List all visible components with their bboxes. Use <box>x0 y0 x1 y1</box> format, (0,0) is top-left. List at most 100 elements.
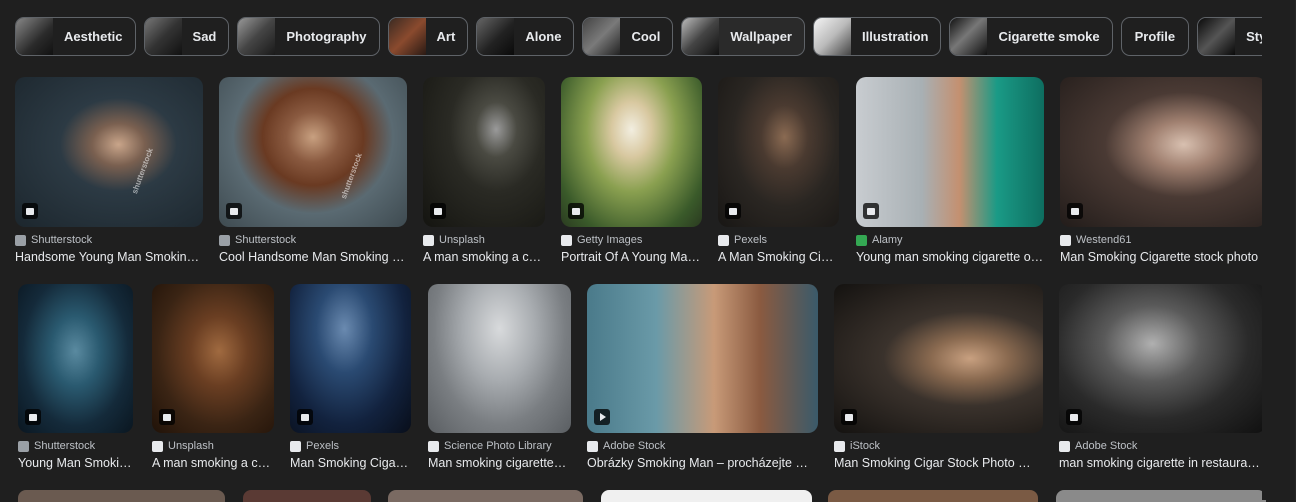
source-row: Westend61 <box>1060 233 1266 247</box>
image-result-peek[interactable] <box>1056 490 1266 502</box>
chip-label: Photography <box>286 29 367 44</box>
image-icon <box>226 203 242 219</box>
image-result[interactable]: Shutterstock Young Man Smoki… <box>18 284 133 470</box>
result-thumbnail[interactable] <box>428 284 571 433</box>
chip-label: Art <box>436 29 456 44</box>
image-result[interactable]: Pexels A Man Smoking Ci… <box>718 77 839 264</box>
chip-label: Alone <box>525 29 562 44</box>
image-result[interactable]: shutterstock Shutterstock Handsome Young… <box>15 77 203 264</box>
result-title[interactable]: Young Man Smoki… <box>18 456 133 470</box>
chip-thumbnail <box>682 18 720 55</box>
image-icon <box>863 203 879 219</box>
image-result[interactable]: shutterstock Shutterstock Cool Handsome … <box>219 77 407 264</box>
chip-thumbnail <box>16 18 53 55</box>
result-title[interactable]: man smoking cigarette in restauran… <box>1059 456 1266 470</box>
video-play-icon <box>594 409 610 425</box>
image-result-peek[interactable] <box>388 490 583 502</box>
image-result[interactable]: Westend61 Man Smoking Cigarette stock ph… <box>1060 77 1266 264</box>
image-result[interactable]: Adobe Stock Obrázky Smoking Man – prochá… <box>587 284 818 470</box>
image-result-peek[interactable] <box>601 490 812 502</box>
result-title[interactable]: Man Smoking Cigarette stock photo <box>1060 250 1266 264</box>
chip-label: Illustration <box>862 29 929 44</box>
source-name: Alamy <box>872 234 903 246</box>
image-result-peek[interactable] <box>243 490 371 502</box>
image-result[interactable]: Adobe Stock man smoking cigarette in res… <box>1059 284 1266 470</box>
watermark: shutterstock <box>339 151 364 201</box>
source-row: Shutterstock <box>15 233 203 247</box>
result-thumbnail[interactable]: shutterstock <box>219 77 407 227</box>
image-icon <box>725 203 741 219</box>
source-row: Unsplash <box>152 439 274 453</box>
result-thumbnail[interactable] <box>561 77 702 227</box>
chip-cool[interactable]: Cool <box>582 17 674 56</box>
image-result[interactable]: Getty Images Portrait Of A Young Ma… <box>561 77 702 264</box>
source-row: Pexels <box>290 439 411 453</box>
source-name: Science Photo Library <box>444 440 552 452</box>
watermark: shutterstock <box>130 146 155 196</box>
image-icon <box>297 409 313 425</box>
result-title[interactable]: Handsome Young Man Smokin… <box>15 250 203 264</box>
result-title[interactable]: Obrázky Smoking Man – procházejte … <box>587 456 818 470</box>
result-title[interactable]: Young man smoking cigarette o… <box>856 250 1044 264</box>
image-icon <box>1067 203 1083 219</box>
chip-alone[interactable]: Alone <box>476 17 575 56</box>
image-result[interactable]: iStock Man Smoking Cigar Stock Photo … <box>834 284 1043 470</box>
chip-wallpaper[interactable]: Wallpaper <box>681 17 805 56</box>
source-row: Shutterstock <box>219 233 407 247</box>
pexels-favicon-icon <box>718 234 729 246</box>
result-thumbnail[interactable]: shutterstock <box>15 77 203 227</box>
chip-art[interactable]: Art <box>387 17 469 56</box>
result-title[interactable]: Portrait Of A Young Ma… <box>561 250 702 264</box>
chip-cigarette-smoke[interactable]: Cigarette smoke <box>949 17 1113 56</box>
result-title[interactable]: Man Smoking Cigar Stock Photo … <box>834 456 1043 470</box>
image-result[interactable]: Science Photo Library Man smoking cigare… <box>428 284 571 470</box>
scrollbar-track[interactable] <box>1262 0 1296 500</box>
chip-aesthetic[interactable]: Aesthetic <box>15 17 136 56</box>
chip-thumbnail <box>814 18 851 55</box>
chip-photography[interactable]: Photography <box>237 17 380 56</box>
result-thumbnail[interactable] <box>834 284 1043 433</box>
result-title[interactable]: A man smoking a c… <box>152 456 274 470</box>
source-row: Pexels <box>718 233 839 247</box>
result-thumbnail[interactable] <box>290 284 411 433</box>
result-thumbnail[interactable] <box>18 284 133 433</box>
image-result[interactable]: Alamy Young man smoking cigarette o… <box>856 77 1044 264</box>
chip-label: Wallpaper <box>730 29 792 44</box>
result-title[interactable]: Man smoking cigarette… <box>428 456 571 470</box>
chip-thumbnail <box>1198 18 1236 55</box>
chip-label: Sad <box>192 29 217 44</box>
chip-profile[interactable]: Profile <box>1120 17 1190 56</box>
image-result-peek[interactable] <box>828 490 1038 502</box>
result-title[interactable]: Man Smoking Ciga… <box>290 456 411 470</box>
result-thumbnail[interactable] <box>1060 77 1266 227</box>
result-thumbnail[interactable] <box>587 284 818 433</box>
result-thumbnail[interactable] <box>152 284 274 433</box>
image-result[interactable]: Unsplash A man smoking a c… <box>423 77 545 264</box>
istock-favicon-icon <box>834 440 845 452</box>
result-thumbnail[interactable] <box>1059 284 1266 433</box>
chip-illustration[interactable]: Illustration <box>813 17 942 56</box>
image-result-peek[interactable] <box>18 490 225 502</box>
result-title[interactable]: A man smoking a c… <box>423 250 545 264</box>
source-row: Alamy <box>856 233 1044 247</box>
getty-images-favicon-icon <box>561 234 572 246</box>
image-result[interactable]: Unsplash A man smoking a c… <box>152 284 274 470</box>
result-thumbnail[interactable] <box>718 77 839 227</box>
result-thumbnail[interactable] <box>856 77 1044 227</box>
source-row: Adobe Stock <box>587 439 818 453</box>
chip-label: Cool <box>631 29 661 44</box>
chip-sad[interactable]: Sad <box>143 17 230 56</box>
source-name: iStock <box>850 440 880 452</box>
result-thumbnail[interactable] <box>423 77 545 227</box>
image-result[interactable]: Pexels Man Smoking Ciga… <box>290 284 411 470</box>
source-name: Shutterstock <box>235 234 297 246</box>
pexels-favicon-icon <box>290 440 301 452</box>
source-name: Getty Images <box>577 234 643 246</box>
source-row: Adobe Stock <box>1059 439 1266 453</box>
chip-thumbnail <box>950 18 988 55</box>
science-photo-library-favicon-icon <box>428 440 439 452</box>
result-title[interactable]: Cool Handsome Man Smoking … <box>219 250 407 264</box>
image-icon <box>22 203 38 219</box>
chip-thumbnail <box>583 18 621 55</box>
result-title[interactable]: A Man Smoking Ci… <box>718 250 839 264</box>
